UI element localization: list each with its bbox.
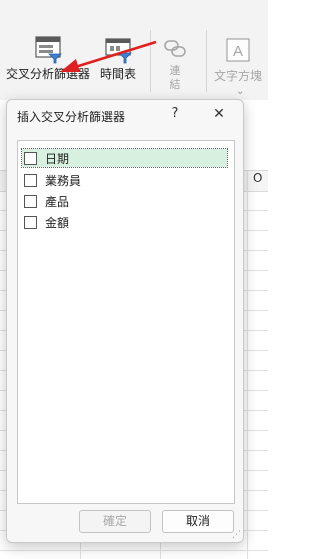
link-button[interactable]: 連結 (160, 34, 190, 92)
insert-slicer-dialog: 插入交叉分析篩選器 ? ✕ 日期 業務員 產品 金額 確定 取消 ⋰ (6, 99, 244, 543)
checkbox[interactable] (24, 173, 37, 187)
link-icon (164, 40, 186, 57)
field-label: 日期 (45, 151, 70, 166)
textbox-label: 文字方塊 (214, 69, 263, 83)
field-item-salesperson[interactable]: 業務員 (22, 171, 227, 189)
link-label: 連結 (169, 64, 181, 91)
chevron-down-icon[interactable]: ⌄ (236, 86, 244, 97)
ribbon: 交叉分析篩選器 時間表 連結 A 文字方塊 ⌄ (0, 0, 268, 100)
field-item-date[interactable]: 日期 (21, 148, 228, 168)
textbox-icon: A (226, 38, 250, 62)
checkbox[interactable] (24, 194, 37, 208)
dialog-title: 插入交叉分析篩選器 (17, 110, 126, 124)
help-button[interactable]: ? (167, 106, 183, 124)
column-header-label: O (253, 171, 263, 185)
svg-text:A: A (233, 43, 243, 60)
cancel-button[interactable]: 取消 (162, 510, 234, 533)
textbox-button[interactable]: A 文字方塊 (214, 36, 262, 84)
field-label: 業務員 (45, 173, 82, 188)
close-button[interactable]: ✕ (210, 106, 228, 124)
grid-line (0, 550, 268, 551)
resize-grip-icon[interactable]: ⋰ (232, 530, 241, 540)
field-item-product[interactable]: 產品 (22, 192, 227, 210)
ribbon-separator (206, 30, 207, 92)
grid-line (247, 170, 248, 559)
field-list: 日期 業務員 產品 金額 (17, 140, 235, 504)
ok-button[interactable]: 確定 (79, 510, 151, 533)
field-label: 產品 (45, 194, 70, 209)
checkbox[interactable] (24, 215, 37, 229)
field-label: 金額 (45, 215, 70, 230)
annotation-arrow (60, 40, 157, 72)
checkbox[interactable] (24, 151, 37, 165)
field-item-amount[interactable]: 金額 (22, 213, 227, 231)
